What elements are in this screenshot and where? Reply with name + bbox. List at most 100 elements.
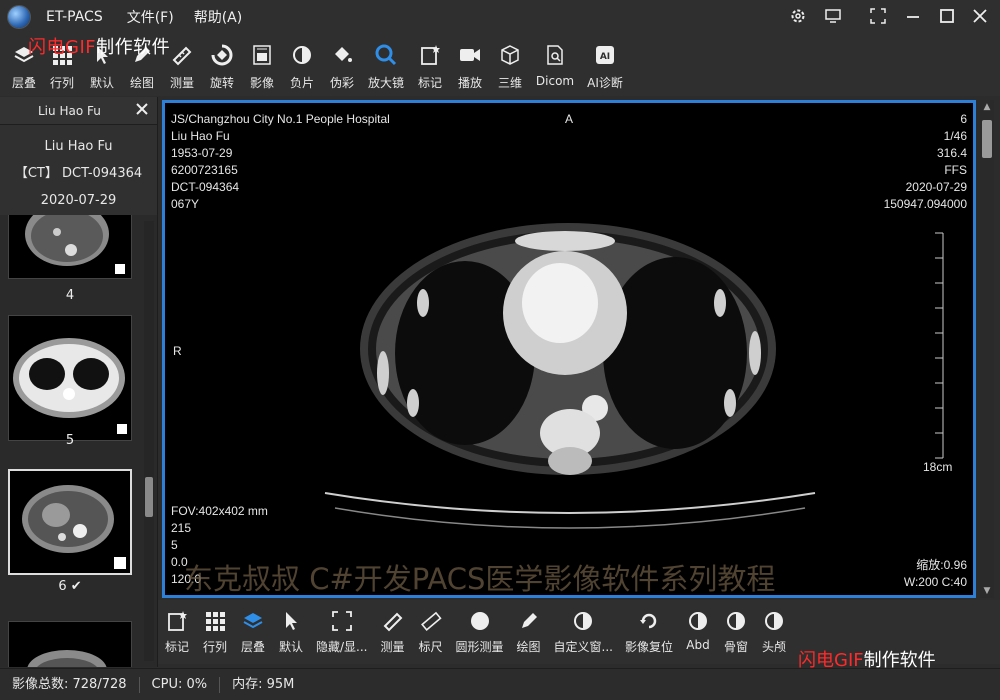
btool-label: 绘图 (516, 640, 541, 654)
btool-reset[interactable]: 影像复位 (619, 600, 679, 660)
btool-toggle-overlay[interactable]: 隐藏/显... (310, 600, 374, 660)
btool-draw[interactable]: 绘图 (510, 600, 548, 660)
video-icon (456, 42, 484, 68)
monitor-icon[interactable] (823, 7, 843, 29)
minimize-icon[interactable] (903, 7, 923, 29)
thumbnail-number-text: 6 (58, 579, 67, 594)
viewer-scrollbar[interactable]: ▲ ▼ (980, 100, 994, 598)
thumbnail-6[interactable] (8, 469, 132, 575)
toolbar-label: 播放 (457, 76, 482, 90)
toolbar-negative[interactable]: 负片 (282, 34, 322, 94)
btool-label: 隐藏/显... (316, 640, 368, 654)
btool-bone[interactable]: 骨窗 (717, 600, 755, 660)
btool-label: 层叠 (240, 640, 265, 654)
viewer-scrollbar-thumb[interactable] (982, 120, 992, 158)
toolbar-label: 旋转 (209, 76, 234, 90)
pencil-icon (516, 608, 542, 634)
mark-icon (416, 42, 444, 68)
toolbar-image[interactable]: 影像 (242, 34, 282, 94)
btool-label: 头颅 (761, 640, 786, 654)
negative-icon (288, 42, 316, 68)
watermark-middle: 东克叔叔 C#开发PACS医学影像软件系列教程 (184, 562, 776, 596)
ct-thumb-4-icon (25, 215, 125, 274)
toolbar-label: 默认 (89, 76, 114, 90)
maximize-icon[interactable] (937, 7, 957, 29)
toolbar-label: 三维 (497, 76, 522, 90)
toolbar-play[interactable]: 播放 (450, 34, 490, 94)
close-icon[interactable] (970, 7, 990, 29)
toolbar-magnifier[interactable]: 放大镜 (362, 34, 410, 94)
patient-date: 2020-07-29 (40, 193, 117, 208)
thumbnail-scrollbar[interactable] (144, 221, 154, 661)
toolbar-3d[interactable]: 三维 (490, 34, 530, 94)
overlay-window-level: W:200 C:40 (903, 575, 967, 589)
grid-icon (202, 608, 228, 634)
btool-layers[interactable]: 层叠 (234, 600, 272, 660)
close-tab-icon[interactable] (135, 102, 149, 119)
hospital-name: JS/Changzhou City No.1 People Hospital (171, 112, 390, 126)
thumbnail-5[interactable] (8, 315, 132, 441)
patient-tab[interactable]: Liu Hao Fu (0, 97, 157, 125)
overlay-image-number: 6 (960, 112, 967, 126)
toolbar-rotate[interactable]: 旋转 (202, 34, 242, 94)
btool-scale[interactable]: 标尺 (412, 600, 450, 660)
app-logo-icon (8, 6, 30, 28)
overlay-top-right: 6 1/46 316.4 FFS 2020-07-29 150947.09400… (884, 111, 967, 213)
scale-label: 18cm (923, 460, 953, 474)
btool-circle-measure[interactable]: 圆形测量 (450, 600, 510, 660)
toolbar-label: 层叠 (11, 76, 36, 90)
thumbnail-7[interactable] (8, 621, 132, 667)
toolbar-dicom[interactable]: Dicom (530, 34, 580, 94)
btool-label: 标尺 (418, 640, 443, 654)
toolbar-label: 放大镜 (367, 76, 404, 90)
thumbnail-scrollbar-thumb[interactable] (145, 477, 153, 517)
circle-icon (467, 608, 493, 634)
btool-label: 圆形测量 (455, 640, 504, 654)
patient-tab-label: Liu Hao Fu (38, 103, 101, 118)
overlay-zoom: 缩放:0.96 (916, 558, 967, 572)
scroll-up-icon[interactable]: ▲ (982, 102, 992, 112)
status-bar: 影像总数: 728/728 CPU: 0% 内存: 95M (0, 668, 1000, 700)
status-memory: 内存: 95M (232, 676, 295, 692)
btool-head[interactable]: 头颅 (755, 600, 793, 660)
btool-default[interactable]: 默认 (272, 600, 310, 660)
btool-grid[interactable]: 行列 (196, 600, 234, 660)
patient-name: Liu Hao Fu (44, 139, 113, 154)
toolbar-ai[interactable]: AI AI诊断 (580, 34, 630, 94)
btool-abd[interactable]: Abd (679, 600, 717, 660)
ruler-icon (380, 608, 406, 634)
btool-label: 标记 (164, 640, 189, 654)
file-search-icon (541, 42, 569, 68)
scroll-down-icon[interactable]: ▼ (982, 586, 992, 596)
ct-thumb-6-icon (22, 485, 126, 569)
overlay-fov: FOV:402x402 mm (171, 504, 268, 518)
thumbnail-number: 5 (65, 433, 75, 448)
overlay-value-1: 215 (171, 521, 192, 535)
pacs-app: ET-PACS 文件(F) 帮助(A) 层叠 行列 默认 绘图 测量 旋转 影像… (0, 0, 1000, 700)
btool-custom-window[interactable]: 自定义窗... (548, 600, 619, 660)
settings-icon[interactable] (788, 7, 808, 29)
contrast-icon (761, 608, 787, 634)
patient-info: Liu Hao Fu 【CT】 DCT-094364 2020-07-29 (0, 125, 157, 215)
toolbar-pseudo-color[interactable]: 伪彩 (322, 34, 362, 94)
overlay-image-index: 1/46 (943, 129, 967, 143)
check-icon: ✔ (70, 579, 82, 594)
toolbar-label: Dicom (535, 74, 575, 88)
menu-help[interactable]: 帮助(A) (194, 7, 243, 27)
menu-file[interactable]: 文件(F) (127, 7, 174, 27)
btool-mark[interactable]: 标记 (158, 600, 196, 660)
overlay-patient-name: Liu Hao Fu (171, 129, 230, 143)
btool-label: 测量 (380, 640, 405, 654)
svg-text:AI: AI (600, 52, 610, 62)
fullscreen-icon[interactable] (868, 7, 888, 29)
contrast-icon (723, 608, 749, 634)
title-bar: ET-PACS 文件(F) 帮助(A) (0, 0, 1000, 34)
image-viewer[interactable]: JS/Changzhou City No.1 People Hospital L… (162, 100, 976, 598)
thumbnail-4[interactable] (8, 215, 132, 279)
btool-measure[interactable]: 测量 (374, 600, 412, 660)
overlay-slice-location: 316.4 (936, 146, 967, 160)
toolbar-mark[interactable]: 标记 (410, 34, 450, 94)
reset-icon (636, 608, 662, 634)
contrast-icon (685, 608, 711, 634)
btool-label: 行列 (202, 640, 227, 654)
